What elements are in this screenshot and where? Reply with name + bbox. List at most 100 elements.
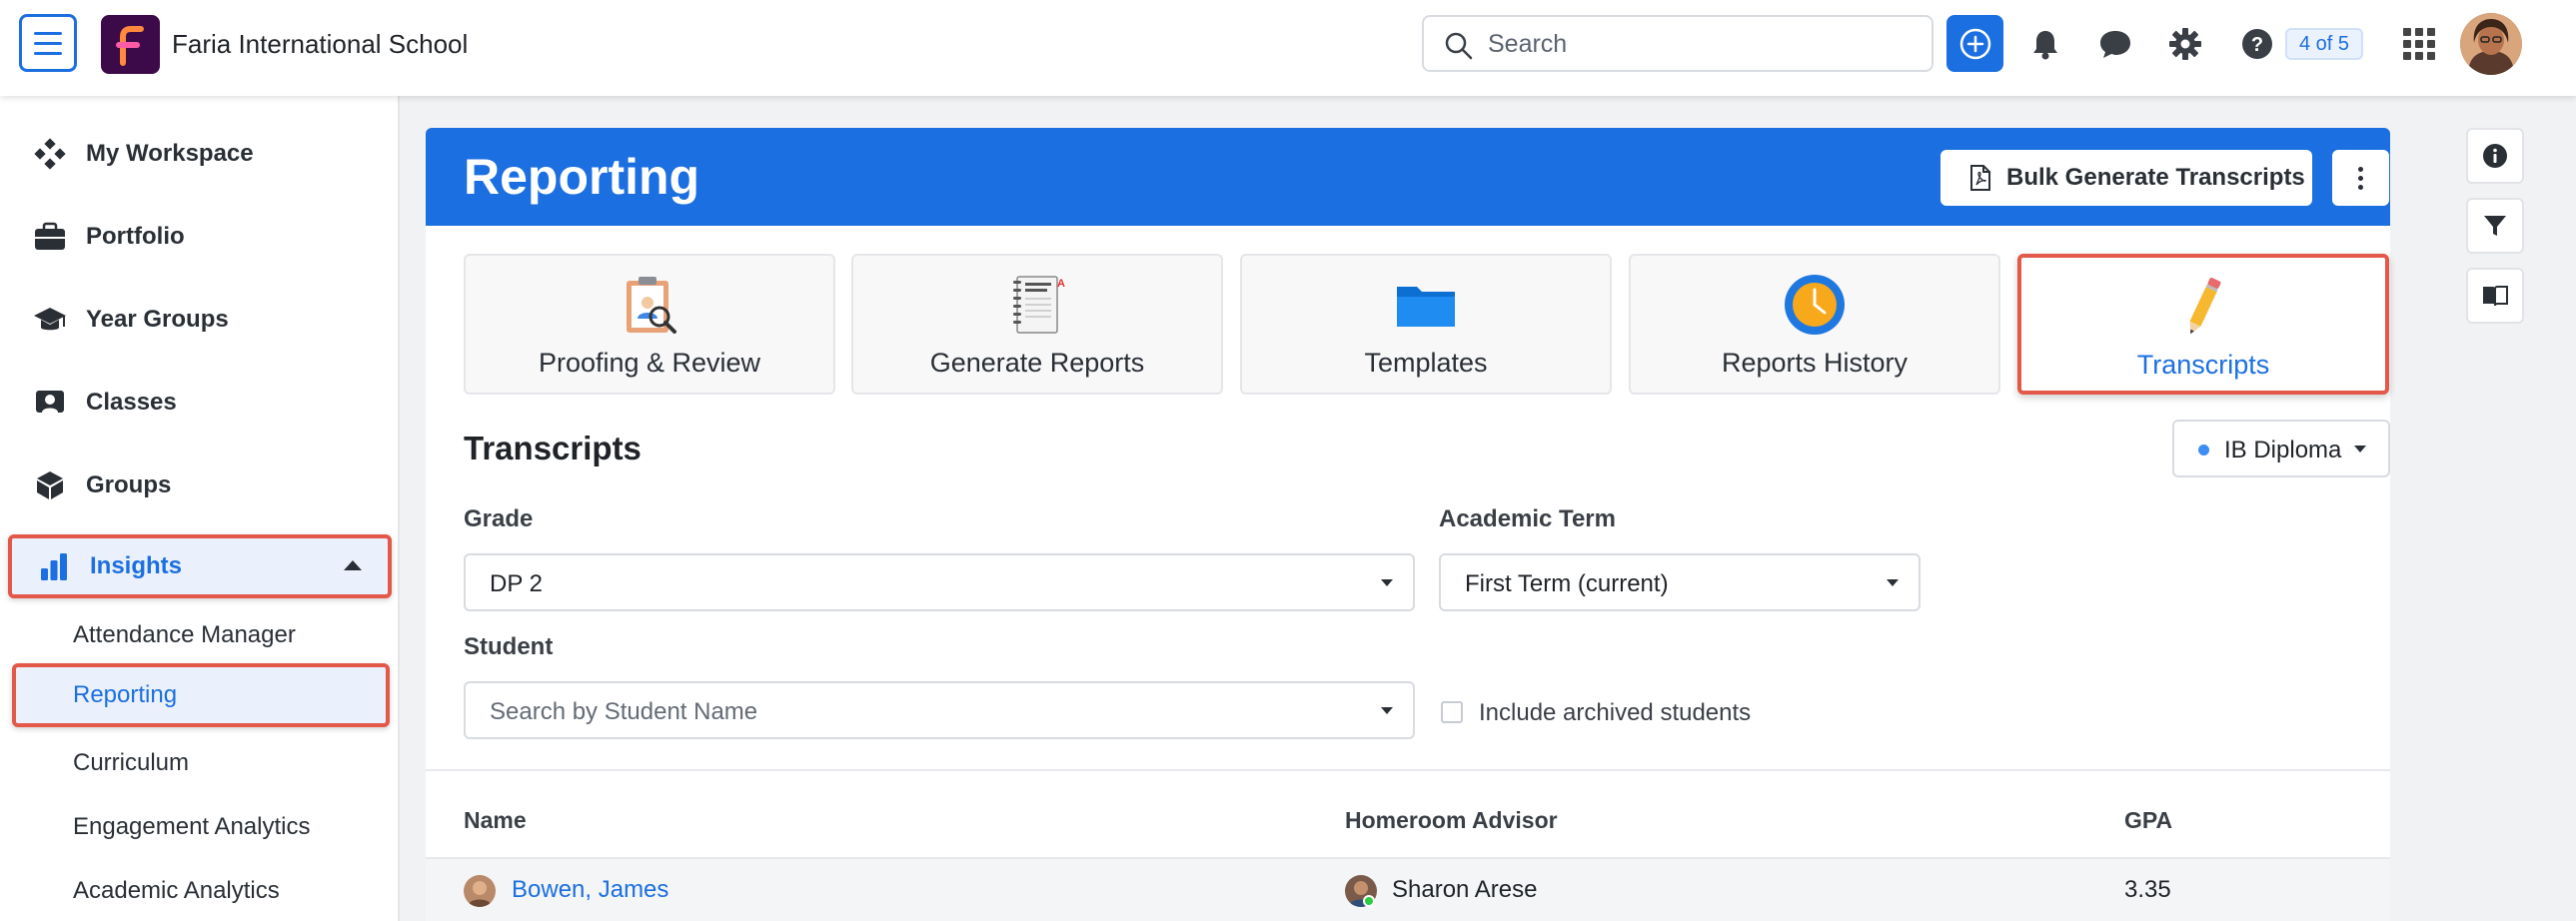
sidebar-subitem-academic-analytics[interactable]: Academic Analytics [0, 863, 400, 919]
kebab-dot [2358, 184, 2363, 190]
svg-text:A: A [1057, 278, 1065, 290]
program-dot [2198, 445, 2209, 456]
tile-templates[interactable]: Templates [1240, 254, 1612, 395]
sidebar-item-my-workspace[interactable]: My Workspace [0, 124, 400, 184]
student-name-link[interactable]: Bowen, James [512, 876, 668, 904]
briefcase-icon [32, 219, 68, 255]
add-button[interactable] [1946, 15, 2003, 72]
tile-label: Proofing & Review [538, 348, 761, 378]
kebab-dot [2358, 175, 2363, 181]
folder-icon [1393, 272, 1459, 338]
user-photo [2460, 13, 2522, 75]
program-label: IB Diploma [2224, 437, 2342, 463]
tile-label: Generate Reports [929, 348, 1145, 378]
sidebar-subitem-reporting[interactable]: Reporting [12, 663, 390, 727]
sidebar-subitem-attendance-manager[interactable]: Attendance Manager [0, 607, 400, 663]
sidebar-item-label: Groups [86, 471, 172, 498]
include-archived-label[interactable]: Include archived students [1479, 699, 1751, 727]
sidebar-item-groups[interactable]: Groups [0, 456, 400, 515]
gpa-value: 3.35 [2124, 876, 2171, 903]
search-icon [1445, 32, 1473, 60]
menu-line [34, 51, 62, 55]
panel-header: Reporting Bulk Generate Transcripts [426, 128, 2390, 226]
info-button[interactable] [2466, 128, 2524, 184]
student-search-select[interactable]: Search by Student Name [464, 681, 1415, 739]
chevron-down-icon [1381, 579, 1393, 586]
search-input[interactable] [1488, 27, 1918, 61]
program-select[interactable]: IB Diploma [2172, 420, 2390, 477]
global-search[interactable] [1422, 15, 1933, 72]
plus-circle-icon [1959, 28, 1990, 59]
sidebar-item-label: Year Groups [86, 306, 229, 333]
menu-line [34, 31, 62, 35]
academic-term-select[interactable]: First Term (current) [1439, 553, 1921, 611]
student-placeholder: Search by Student Name [490, 698, 758, 725]
sidebar-subitem-engagement-analytics[interactable]: Engagement Analytics [0, 799, 400, 855]
book-icon [2483, 286, 2508, 307]
bulk-generate-label: Bulk Generate Transcripts [2006, 164, 2305, 191]
notifications-button[interactable] [2026, 25, 2064, 63]
kebab-dot [2358, 166, 2363, 172]
question-circle-icon: ? [2242, 29, 2272, 59]
tile-reports-history[interactable]: Reports History [1629, 254, 2000, 395]
school-name[interactable]: Faria International School [172, 29, 468, 60]
messages-button[interactable] [2096, 25, 2134, 63]
info-icon [2483, 144, 2507, 168]
student-label: Student [464, 633, 554, 660]
apps-grid-icon[interactable] [2403, 28, 2435, 60]
sidebar-item-portfolio[interactable]: Portfolio [0, 207, 400, 267]
more-options-button[interactable] [2332, 150, 2389, 206]
column-header-homeroom-advisor[interactable]: Homeroom Advisor [1345, 807, 1558, 834]
guide-button[interactable] [2466, 268, 2524, 324]
tile-label: Transcripts [2136, 350, 2270, 380]
column-header-name[interactable]: Name [464, 807, 527, 834]
sidebar-subitem-label: Reporting [73, 681, 178, 708]
term-value: First Term (current) [1465, 570, 1669, 597]
chevron-down-icon [2354, 446, 2366, 453]
filter-icon [2484, 216, 2506, 236]
pdf-file-icon [1970, 165, 1990, 191]
include-archived-checkbox[interactable] [1441, 701, 1463, 723]
reporting-panel: Reporting Bulk Generate Transcripts Proo… [426, 128, 2390, 921]
sidebar-item-label: My Workspace [86, 140, 254, 167]
clock-icon [1782, 272, 1848, 338]
hamburger-menu-button[interactable] [19, 14, 77, 72]
grade-value: DP 2 [490, 570, 543, 597]
advisor-name: Sharon Arese [1392, 876, 1538, 903]
workspace-icon [32, 136, 68, 172]
sidebar-item-classes[interactable]: Classes [0, 373, 400, 433]
logo-f-icon [115, 25, 144, 66]
user-avatar[interactable] [2460, 13, 2522, 75]
top-bar: Faria International School Search ? 4 of… [0, 0, 2576, 96]
sidebar-subitem-label: Attendance Manager [73, 621, 296, 648]
page-counter-badge[interactable]: 4 of 5 [2285, 28, 2364, 60]
sidebar-subitem-label: Curriculum [73, 749, 190, 776]
table-row[interactable]: Bowen, James Sharon Arese 3.35 [426, 857, 2390, 921]
tile-transcripts[interactable]: Transcripts [2017, 254, 2389, 395]
online-status-dot [1363, 895, 1375, 907]
chevron-down-icon [1887, 579, 1899, 586]
tile-generate-reports[interactable]: A Generate Reports [851, 254, 1223, 395]
help-button[interactable]: ? [2238, 25, 2276, 63]
sidebar-subitem-curriculum[interactable]: Curriculum [0, 735, 400, 791]
column-header-gpa[interactable]: GPA [2124, 807, 2172, 834]
bulk-generate-transcripts-button[interactable]: Bulk Generate Transcripts [1940, 150, 2312, 206]
sidebar-item-year-groups[interactable]: Year Groups [0, 290, 400, 350]
report-cards-notebook-icon: A [1004, 272, 1070, 338]
sidebar-subitem-label: Engagement Analytics [73, 813, 311, 840]
menu-line [34, 41, 62, 45]
grade-select[interactable]: DP 2 [464, 553, 1415, 611]
svg-text:?: ? [2251, 34, 2263, 56]
sidebar-item-insights[interactable]: Insights [8, 534, 392, 598]
tile-label: Templates [1364, 348, 1488, 378]
chevron-up-icon [344, 560, 362, 570]
sidebar-item-label: Portfolio [86, 223, 185, 250]
tile-proofing-review[interactable]: Proofing & Review [464, 254, 835, 395]
sidebar-item-label: Insights [90, 552, 183, 579]
bar-chart-icon [36, 548, 72, 584]
filter-button[interactable] [2466, 198, 2524, 254]
school-logo[interactable] [101, 15, 160, 74]
grade-label: Grade [464, 505, 534, 532]
settings-button[interactable] [2166, 25, 2204, 63]
tile-label: Reports History [1721, 348, 1909, 378]
